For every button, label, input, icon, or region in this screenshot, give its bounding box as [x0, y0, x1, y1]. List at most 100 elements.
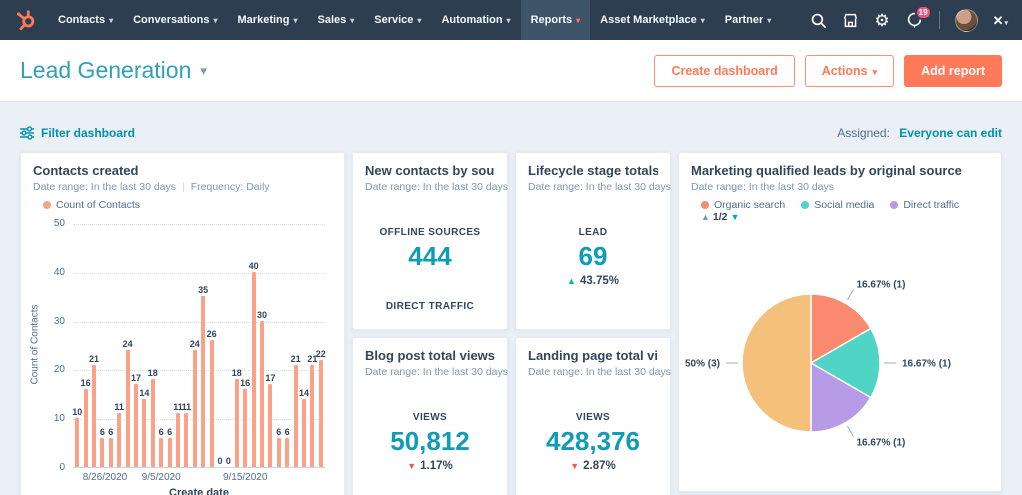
card-new-contacts-by-source[interactable]: New contacts by source Date range: In th… — [352, 152, 508, 330]
bar[interactable] — [302, 399, 306, 467]
notifications-icon[interactable]: 19 — [905, 11, 924, 30]
gridline — [73, 370, 325, 371]
bar[interactable] — [100, 438, 104, 467]
assigned-value-link[interactable]: Everyone can edit — [899, 126, 1002, 140]
legend-item-social-media[interactable]: Social media — [801, 199, 874, 211]
bar[interactable] — [92, 365, 96, 467]
bar[interactable] — [84, 389, 88, 467]
assigned-label: Assigned: — [837, 126, 890, 140]
pie-slice[interactable] — [742, 294, 811, 432]
card-lifecycle-stage-totals[interactable]: Lifecycle stage totals Date range: In th… — [515, 152, 671, 330]
nav-item-sales[interactable]: Sales▾ — [308, 0, 365, 40]
bar[interactable] — [109, 438, 113, 467]
card-subtitle: Date range: In the last 30 days|Frequenc… — [33, 181, 332, 193]
bar[interactable] — [210, 340, 214, 467]
bar-value-label: 35 — [194, 285, 212, 295]
bar[interactable] — [176, 413, 180, 467]
bar[interactable] — [75, 418, 79, 467]
legend-page-up-icon[interactable]: ▲ — [701, 212, 710, 222]
bar-value-label: 40 — [245, 261, 263, 271]
nav-item-label: Marketing — [238, 14, 290, 26]
date-range-label: Date range: In the last 30 days — [691, 181, 989, 193]
bar[interactable] — [252, 272, 256, 467]
page-title[interactable]: Lead Generation — [20, 57, 191, 84]
bar[interactable] — [201, 296, 205, 467]
bar-value-label: 26 — [203, 329, 221, 339]
pie-legend: Organic search Social media Direct traffic — [701, 199, 989, 211]
filter-row: Filter dashboard Assigned: Everyone can … — [20, 126, 1002, 140]
nav-item-conversations[interactable]: Conversations▾ — [123, 0, 227, 40]
marketplace-icon[interactable] — [842, 12, 859, 29]
delta-value: 1.17% — [420, 460, 453, 472]
nav-item-service[interactable]: Service▾ — [364, 0, 431, 40]
card-mql-by-original-source[interactable]: Marketing qualified leads by original so… — [678, 152, 1002, 492]
app-root: Contacts▾Conversations▾Marketing▾Sales▾S… — [0, 0, 1022, 495]
legend-dot — [701, 201, 709, 209]
card-header: Landing page total vie... Date range: In… — [528, 348, 658, 378]
legend-item-direct-traffic[interactable]: Direct traffic — [890, 199, 959, 211]
top-nav: Contacts▾Conversations▾Marketing▾Sales▾S… — [0, 0, 1022, 40]
bar[interactable] — [285, 438, 289, 467]
card-landing-page-total-views[interactable]: Landing page total vie... Date range: In… — [515, 337, 671, 495]
bar[interactable] — [260, 321, 264, 467]
y-axis-ticks: 01020304050 — [39, 224, 69, 468]
legend-item-organic-search[interactable]: Organic search — [701, 199, 785, 211]
legend-pagination[interactable]: ▲1/2▼ — [701, 211, 739, 223]
assigned-area: Assigned: Everyone can edit — [837, 126, 1002, 140]
nav-item-reports[interactable]: Reports▾ — [521, 0, 591, 40]
metric-label: VIEWS — [516, 412, 670, 423]
card-blog-post-total-views[interactable]: Blog post total views a... Date range: I… — [352, 337, 508, 495]
nav-item-automation[interactable]: Automation▾ — [431, 0, 520, 40]
bar[interactable] — [126, 350, 130, 467]
bar[interactable] — [159, 438, 163, 467]
y-tick-label: 30 — [54, 316, 65, 327]
nav-item-contacts[interactable]: Contacts▾ — [48, 0, 123, 40]
nav-right-icons: ⚙ 19 ✕ ▾ — [810, 9, 1008, 32]
bar[interactable] — [310, 365, 314, 467]
bar[interactable] — [277, 438, 281, 467]
search-icon[interactable] — [810, 12, 827, 29]
date-range-label: Date range: In the last 30 days — [365, 181, 495, 193]
bar[interactable] — [235, 379, 239, 467]
nav-item-label: Sales — [318, 14, 347, 26]
card-contacts-header: Contacts created Date range: In the last… — [33, 163, 332, 211]
card-title: New contacts by source — [365, 163, 495, 178]
create-dashboard-button[interactable]: Create dashboard — [654, 55, 794, 87]
legend-dot — [890, 201, 898, 209]
frequency-label: Frequency: Daily — [191, 181, 270, 193]
bar[interactable] — [294, 365, 298, 467]
bar[interactable] — [117, 413, 121, 467]
chevron-down-icon: ▾ — [109, 16, 113, 25]
bar[interactable] — [142, 399, 146, 467]
nav-item-marketing[interactable]: Marketing▾ — [228, 0, 308, 40]
bar[interactable] — [319, 360, 323, 467]
hubspot-logo-icon[interactable] — [14, 8, 38, 32]
card-contacts-created[interactable]: Contacts created Date range: In the last… — [20, 152, 345, 495]
bar[interactable] — [184, 413, 188, 467]
bar[interactable] — [168, 438, 172, 467]
title-caret-icon[interactable]: ▾ — [200, 63, 207, 79]
card-header: New contacts by source Date range: In th… — [365, 163, 495, 193]
settings-gear-icon[interactable]: ⚙ — [874, 12, 889, 29]
legend-page-down-icon[interactable]: ▼ — [731, 212, 740, 222]
bar-value-label: 18 — [228, 368, 246, 378]
bar[interactable] — [268, 384, 272, 467]
card-title: Blog post total views a... — [365, 348, 495, 363]
filter-dashboard-button[interactable]: Filter dashboard — [20, 126, 135, 140]
date-range-label: Date range: In the last 30 days — [365, 366, 495, 378]
nav-item-partner[interactable]: Partner▾ — [715, 0, 782, 40]
nav-item-label: Service — [374, 14, 413, 26]
bar[interactable] — [151, 379, 155, 467]
page-header: Lead Generation ▾ Create dashboard Actio… — [0, 40, 1022, 102]
close-icon[interactable]: ✕ ▾ — [993, 14, 1008, 27]
actions-button[interactable]: Actions▾ — [805, 55, 894, 87]
secondary-metric-label: DIRECT TRAFFIC — [353, 301, 507, 312]
bar[interactable] — [243, 389, 247, 467]
legend-dot — [43, 201, 51, 209]
metric-delta: ▲43.75% — [516, 275, 670, 287]
add-report-button[interactable]: Add report — [904, 55, 1002, 87]
chevron-down-icon: ▾ — [350, 16, 354, 25]
user-avatar[interactable] — [955, 9, 978, 32]
bar[interactable] — [193, 350, 197, 467]
nav-item-asset-marketplace[interactable]: Asset Marketplace▾ — [590, 0, 715, 40]
